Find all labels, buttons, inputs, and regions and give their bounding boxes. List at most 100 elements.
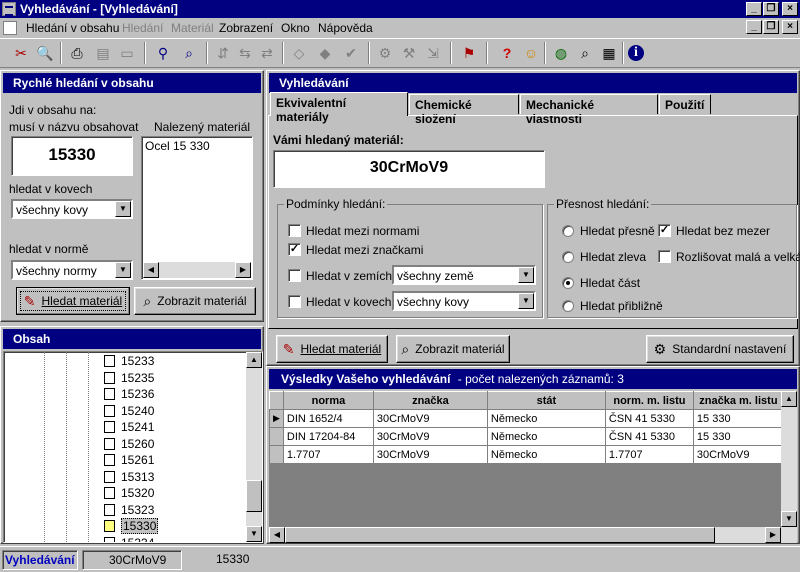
tree-item[interactable]: 15240	[104, 404, 154, 418]
quick-find-button[interactable]: ✎ Hledat materiál	[16, 287, 130, 315]
table-row[interactable]: ▶ DIN 1652/4 30CrMoV9 Německo ČSN 41 5330 15 …	[269, 409, 784, 428]
metal-select[interactable]: všechny kovy ▼	[11, 199, 133, 219]
globe-icon[interactable]: ◍	[550, 42, 572, 64]
table-cell[interactable]: DIN 17204-84	[282, 427, 374, 446]
table-cell[interactable]: 30CrMoV9	[372, 409, 488, 428]
child-restore-button[interactable]: ❐	[763, 20, 779, 34]
metals-select[interactable]: všechny kovy ▼	[392, 291, 536, 311]
about-icon[interactable]: ☺	[520, 42, 542, 64]
child-minimize-button[interactable]: _	[746, 20, 762, 34]
chevron-down-icon[interactable]: ▼	[115, 201, 131, 217]
scroll-left-button[interactable]: ◀	[269, 527, 285, 543]
search-icon[interactable]: ⚲	[152, 42, 174, 64]
child-close-button[interactable]: ×	[782, 20, 798, 34]
maximize-button[interactable]: ❐	[763, 2, 779, 16]
scroll-thumb[interactable]	[246, 480, 262, 512]
tree-item[interactable]: 15260	[104, 437, 154, 451]
column-header[interactable]: značka m. listu	[692, 391, 784, 410]
metals-checkbox[interactable]	[288, 295, 301, 308]
table-cell[interactable]: Německo	[486, 409, 606, 428]
table-cell[interactable]: 30CrMoV9	[372, 445, 488, 464]
open-icon[interactable]: ▤	[92, 42, 114, 64]
scroll-down-button[interactable]: ▼	[246, 526, 262, 542]
table-cell[interactable]: Německo	[486, 445, 606, 464]
table-cell[interactable]: Německo	[486, 427, 606, 446]
tree-item[interactable]: 15235	[104, 371, 154, 385]
row-indicator[interactable]: ▶	[269, 409, 284, 428]
export-icon[interactable]: ⇲	[422, 42, 444, 64]
quick-show-button[interactable]: ⌕ Zobrazit materiál	[134, 287, 256, 315]
folder-icon[interactable]: ▭	[116, 42, 138, 64]
table-cell[interactable]: DIN 1652/4	[282, 409, 374, 428]
column-header[interactable]: značka	[372, 391, 488, 410]
searched-material-field[interactable]: 30CrMoV9	[273, 150, 545, 188]
row-indicator[interactable]	[269, 445, 284, 464]
results-grid[interactable]: norma značka stát norm. m. listu značka …	[269, 391, 797, 543]
chevron-down-icon[interactable]: ▼	[115, 262, 131, 278]
no-spaces-checkbox[interactable]: ✓	[658, 224, 671, 237]
tree-item[interactable]: 15330	[104, 518, 159, 534]
scroll-right-button[interactable]: ▶	[765, 527, 781, 543]
content-tree[interactable]: 15233 15235 15236 15240 15241 15260 15261 15313…	[3, 351, 263, 543]
norm-select[interactable]: všechny normy ▼	[11, 260, 133, 280]
found-list[interactable]: Ocel 15 330 ◀ ▶	[141, 136, 253, 280]
tree-item[interactable]: 15313	[104, 470, 154, 484]
table-cell[interactable]: 1.7707	[604, 445, 694, 464]
document-icon[interactable]: ▦	[598, 42, 620, 64]
tab-usage[interactable]: Použití	[659, 94, 711, 114]
tree-vscrollbar[interactable]: ▲ ▼	[246, 352, 262, 542]
default-settings-button[interactable]: ⚙ Standardní nastavení	[646, 335, 794, 363]
tools-icon[interactable]: ⚒	[398, 42, 420, 64]
scroll-thumb[interactable]	[285, 527, 715, 543]
zoom-icon[interactable]: ⌕	[178, 42, 200, 64]
help-icon[interactable]: ?	[496, 42, 518, 64]
find-material-button[interactable]: ✎ Hledat materiál	[276, 335, 388, 363]
table-cell[interactable]: 1.7707	[282, 445, 374, 464]
tree-item[interactable]: 15334	[104, 536, 154, 542]
search-docs-icon[interactable]: ⌕	[574, 42, 596, 64]
found-list-hscrollbar[interactable]: ◀ ▶	[143, 262, 251, 278]
case-checkbox[interactable]	[658, 250, 671, 263]
settings-icon[interactable]: ⚙	[374, 42, 396, 64]
menu-window[interactable]: Okno	[281, 21, 310, 35]
tree-item[interactable]: 15323	[104, 503, 154, 517]
tab-mechanical-properties[interactable]: Mechanické vlastnosti	[520, 94, 658, 126]
table-row[interactable]: DIN 17204-84 30CrMoV9 Německo ČSN 41 5330 15…	[269, 427, 784, 446]
exchange-icon[interactable]: ⇄	[256, 42, 278, 64]
approx-radio[interactable]	[562, 300, 574, 312]
search-input[interactable]: 15330	[11, 136, 133, 176]
tab-chemical-composition[interactable]: Chemické složení	[409, 94, 519, 126]
column-header[interactable]: norma	[282, 391, 374, 410]
close-button[interactable]: ×	[782, 2, 798, 16]
menu-material[interactable]: Materiál	[171, 21, 214, 35]
table-cell[interactable]: ČSN 41 5330	[604, 409, 694, 428]
results-vscrollbar[interactable]: ▲ ▼	[781, 391, 797, 543]
print-icon[interactable]: ⎙	[66, 42, 88, 64]
chevron-down-icon[interactable]: ▼	[518, 267, 534, 283]
column-header[interactable]: stát	[486, 391, 606, 410]
cut-icon[interactable]: ✂	[10, 42, 32, 64]
left-radio[interactable]	[562, 251, 574, 263]
found-list-item[interactable]: Ocel 15 330	[142, 137, 252, 155]
minimize-button[interactable]: _	[746, 2, 762, 16]
exact-radio[interactable]	[562, 225, 574, 237]
exit-icon[interactable]: ⚑	[458, 42, 480, 64]
table-cell[interactable]: 30CrMoV9	[692, 445, 784, 464]
tree-item[interactable]: 15236	[104, 387, 154, 401]
countries-select[interactable]: všechny země ▼	[392, 265, 536, 285]
eraser2-icon[interactable]: ◆	[314, 42, 336, 64]
norms-checkbox[interactable]	[288, 224, 301, 237]
tab-equivalent-materials[interactable]: Ekvivalentní materiály	[270, 92, 408, 124]
swap-icon[interactable]: ⇆	[234, 42, 256, 64]
table-cell[interactable]: 30CrMoV9	[372, 427, 488, 446]
table-cell[interactable]: ČSN 41 5330	[604, 427, 694, 446]
scroll-up-button[interactable]: ▲	[781, 391, 797, 407]
show-material-button[interactable]: ⌕ Zobrazit materiál	[396, 335, 510, 363]
results-hscrollbar[interactable]: ◀ ▶	[269, 527, 781, 543]
preview-icon[interactable]: 🔍	[34, 42, 56, 64]
tree-item[interactable]: 15233	[104, 354, 154, 368]
eraser-icon[interactable]: ◇	[288, 42, 310, 64]
menu-help[interactable]: Nápověda	[318, 21, 373, 35]
scroll-down-button[interactable]: ▼	[781, 511, 797, 527]
menu-search-content[interactable]: Hledání v obsahu	[26, 21, 119, 35]
